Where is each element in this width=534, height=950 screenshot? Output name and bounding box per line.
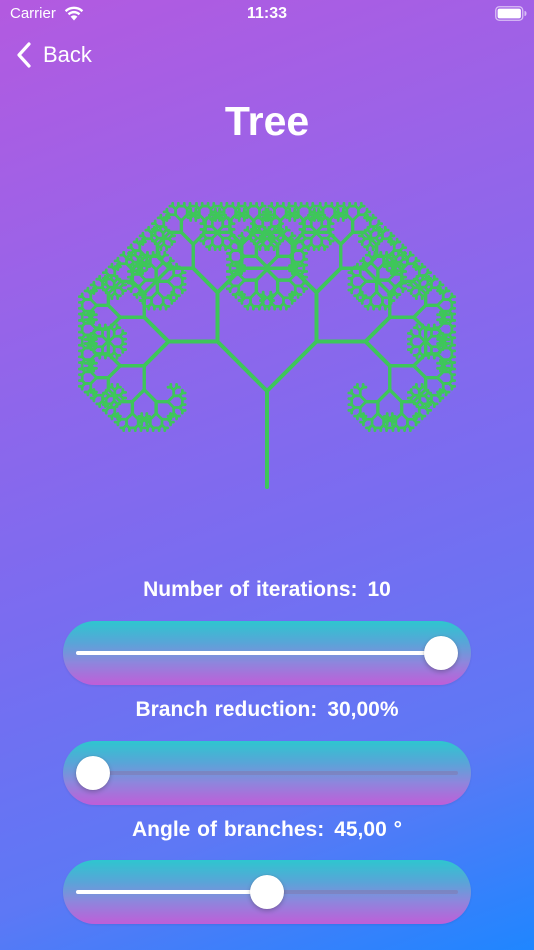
slider-fill	[76, 890, 267, 894]
angle-slider[interactable]	[63, 860, 471, 924]
tree-branch-path	[142, 266, 392, 489]
status-bar: Carrier 11:33	[0, 0, 534, 28]
branch-reduction-value: 30,00%	[327, 698, 399, 721]
angle-label: Angle of branches: 45,00 °	[0, 818, 534, 842]
chevron-left-icon	[17, 42, 31, 68]
angle-label-text: Angle of branches:	[132, 818, 325, 841]
iterations-label: Number of iterations: 10	[0, 578, 534, 602]
page-title: Tree	[224, 98, 310, 144]
iterations-label-text: Number of iterations:	[143, 578, 358, 601]
back-button[interactable]: Back	[16, 40, 92, 70]
iterations-value: 10	[367, 578, 391, 601]
slider-thumb[interactable]	[76, 756, 110, 790]
slider-fill	[76, 651, 441, 655]
slider-thumb[interactable]	[424, 636, 458, 670]
branch-reduction-slider[interactable]	[63, 741, 471, 805]
branch-reduction-label: Branch reduction: 30,00%	[0, 698, 534, 722]
battery-icon	[495, 6, 527, 21]
tree-branches	[77, 201, 457, 489]
status-time: 11:33	[246, 5, 288, 22]
iterations-slider[interactable]	[63, 621, 471, 685]
back-label: Back	[43, 42, 92, 67]
fractal-tree-illustration	[77, 201, 457, 489]
slider-thumb[interactable]	[250, 875, 284, 909]
angle-value: 45,00 °	[334, 818, 402, 841]
branch-reduction-label-text: Branch reduction:	[135, 698, 318, 721]
slider-track[interactable]	[76, 651, 458, 655]
slider-track[interactable]	[76, 771, 458, 775]
